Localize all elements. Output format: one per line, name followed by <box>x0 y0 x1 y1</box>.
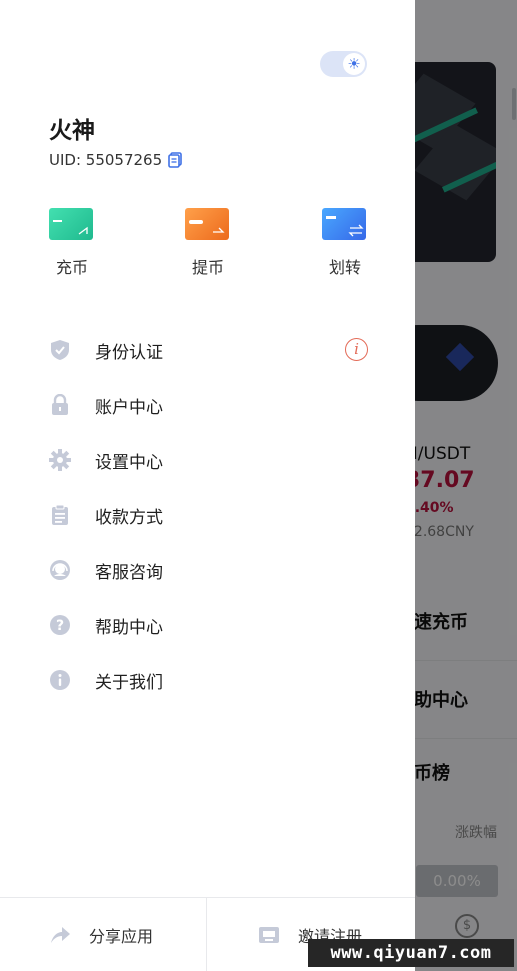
withdraw-card-icon <box>185 208 229 240</box>
warning-info-icon[interactable]: i <box>345 338 368 361</box>
menu-label: 关于我们 <box>95 672 163 693</box>
uid-label: UID: 55057265 <box>49 151 163 169</box>
divider <box>206 898 207 971</box>
transfer-label: 划转 <box>328 258 361 277</box>
lock-icon <box>49 394 71 416</box>
menu-item-about-us[interactable]: 关于我们 <box>49 662 379 698</box>
withdraw-label: 提币 <box>191 258 224 277</box>
menu-item-payment-methods[interactable]: 收款方式 <box>49 497 379 533</box>
deposit-label: 充币 <box>55 258 88 277</box>
menu-label: 收款方式 <box>95 507 163 528</box>
share-app-label: 分享应用 <box>89 927 154 946</box>
menu-label: 账户中心 <box>95 397 163 418</box>
deposit-card-icon <box>49 208 93 240</box>
deposit-button[interactable]: 充币 <box>49 208 95 278</box>
copy-icon[interactable] <box>168 152 182 168</box>
withdraw-button[interactable]: 提币 <box>185 208 231 278</box>
menu-item-settings[interactable]: 设置中心 <box>49 442 379 478</box>
info-icon <box>49 669 71 691</box>
menu-item-identity-verification[interactable]: 身份认证 <box>49 332 379 368</box>
sun-icon: ☀ <box>343 53 365 75</box>
menu-item-help-center[interactable]: ? 帮助中心 <box>49 607 379 643</box>
menu-label: 客服咨询 <box>95 562 163 583</box>
svg-text:?: ? <box>56 618 64 634</box>
theme-toggle[interactable]: ☀ <box>320 51 367 77</box>
menu-label: 身份认证 <box>95 342 163 363</box>
menu-label: 设置中心 <box>95 452 163 473</box>
share-app-button[interactable]: 分享应用 <box>49 898 153 971</box>
shield-icon <box>49 339 71 361</box>
invite-icon <box>259 927 279 943</box>
headset-icon <box>49 559 71 581</box>
menu-label: 帮助中心 <box>95 617 163 638</box>
side-drawer: ☀ 火神 UID: 55057265 充币 提币 划转 身份认证 i 账户中心 … <box>0 0 415 971</box>
gear-icon <box>49 449 71 471</box>
transfer-button[interactable]: 划转 <box>322 208 368 278</box>
help-icon: ? <box>49 614 71 636</box>
menu-item-customer-service[interactable]: 客服咨询 <box>49 552 379 588</box>
share-arrow-icon <box>51 927 70 943</box>
site-watermark: www.qiyuan7.com <box>308 939 514 967</box>
menu-item-account-center[interactable]: 账户中心 <box>49 387 379 423</box>
clipboard-icon <box>49 504 71 526</box>
transfer-card-icon <box>322 208 366 240</box>
username: 火神 <box>49 118 95 144</box>
